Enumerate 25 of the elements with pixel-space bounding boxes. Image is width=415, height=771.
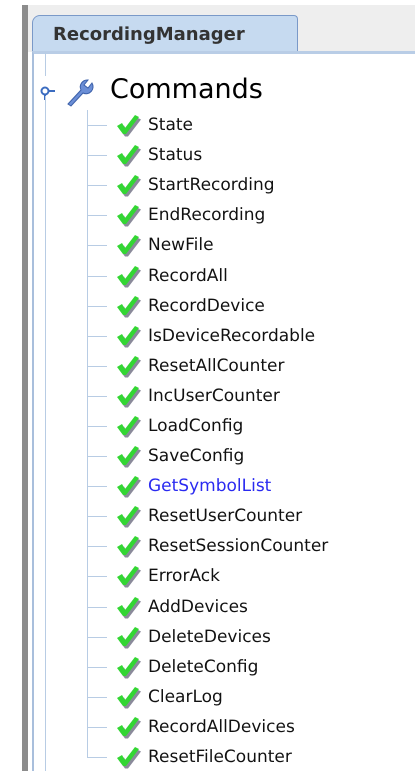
tree-item[interactable]: ClearLog <box>148 686 223 707</box>
tree-item[interactable]: IsDeviceRecordable <box>148 326 316 346</box>
tree-item[interactable]: IncUserCounter <box>148 386 280 406</box>
tree-item[interactable]: RecordAllDevices <box>148 716 295 737</box>
tab[interactable]: RecordingManager <box>32 15 298 51</box>
expand-handle-icon[interactable] <box>39 85 55 101</box>
tree-item[interactable]: SaveConfig <box>148 446 244 466</box>
tree-item[interactable]: State <box>148 115 193 136</box>
tree-item[interactable]: StartRecording <box>148 175 275 196</box>
tree-item[interactable]: Status <box>148 145 202 166</box>
tree-item[interactable]: ResetUserCounter <box>148 506 302 526</box>
tree-item[interactable]: EndRecording <box>148 205 266 226</box>
tree-item[interactable]: RecordDevice <box>148 296 265 316</box>
tree-item[interactable]: NewFile <box>148 235 214 256</box>
tree-item[interactable]: ErrorAck <box>148 566 220 586</box>
tree-item[interactable]: GetSymbolList <box>148 476 272 496</box>
tree-item[interactable]: ResetFileCounter <box>148 747 292 768</box>
tree-item[interactable]: LoadConfig <box>148 416 244 436</box>
tree-item[interactable]: ResetSessionCounter <box>148 536 328 556</box>
tree-item[interactable]: ResetAllCounter <box>148 356 284 376</box>
tree-item[interactable]: RecordAll <box>148 266 228 286</box>
tree-item[interactable]: DeleteDevices <box>148 626 271 647</box>
tree-item[interactable]: DeleteConfig <box>148 656 258 677</box>
tree-node-label[interactable]: Commands <box>110 74 263 105</box>
tree-item[interactable]: AddDevices <box>148 596 248 617</box>
